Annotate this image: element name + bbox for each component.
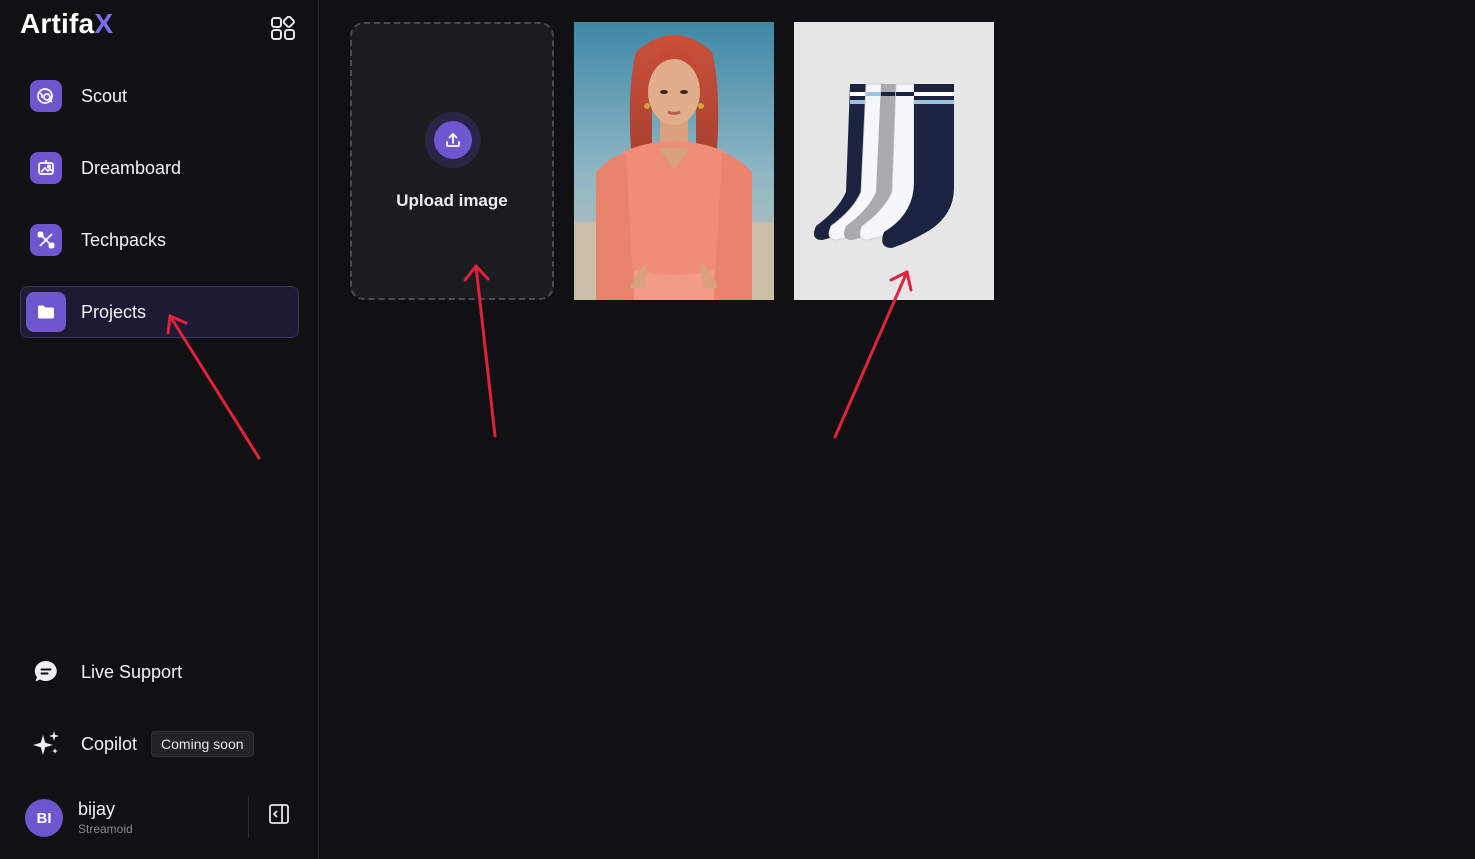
sparkles-icon	[30, 728, 62, 760]
user-org: Streamoid	[78, 822, 133, 836]
apps-grid-icon[interactable]	[269, 15, 297, 43]
chat-bubble-icon	[30, 656, 62, 688]
folder-icon	[26, 292, 66, 332]
tools-icon	[30, 224, 62, 256]
upload-icon-ring	[425, 112, 481, 168]
image-thumbnail-socks[interactable]	[794, 22, 994, 300]
sidebar-item-label: Techpacks	[81, 229, 167, 250]
board-image-icon	[30, 152, 62, 184]
sidebar-item-projects[interactable]: Projects	[20, 286, 299, 338]
upload-icon	[434, 121, 472, 159]
user-profile[interactable]: BI bijay Streamoid	[25, 798, 133, 838]
globe-search-icon	[30, 80, 62, 112]
coming-soon-badge: Coming soon	[151, 731, 254, 757]
sidebar: ArtifaX Scout Dreamboard Techpacks Proje…	[0, 0, 319, 859]
upload-image-label: Upload image	[396, 191, 508, 210]
copilot-button[interactable]: Copilot Coming soon	[20, 720, 299, 768]
upload-image-card[interactable]: Upload image	[350, 22, 554, 300]
sidebar-item-label: Scout	[81, 85, 128, 106]
sidebar-item-techpacks[interactable]: Techpacks	[20, 214, 299, 266]
sidebar-item-label: Dreamboard	[81, 157, 182, 178]
live-support-label: Live Support	[81, 661, 183, 682]
user-name: bijay	[78, 799, 116, 819]
collapse-sidebar-icon[interactable]	[266, 801, 292, 827]
divider	[248, 796, 249, 838]
main-content: Upload image	[320, 0, 1475, 859]
image-thumbnail-woman[interactable]	[574, 22, 774, 300]
brand-logo[interactable]: ArtifaX	[20, 8, 113, 40]
avatar: BI	[25, 799, 63, 837]
copilot-label: Copilot	[81, 733, 138, 754]
sidebar-item-label: Projects	[81, 301, 147, 322]
sidebar-item-scout[interactable]: Scout	[20, 70, 299, 122]
app-root: ArtifaX Scout Dreamboard Techpacks Proje…	[0, 0, 1475, 859]
sidebar-item-dreamboard[interactable]: Dreamboard	[20, 142, 299, 194]
live-support-button[interactable]: Live Support	[20, 648, 299, 696]
